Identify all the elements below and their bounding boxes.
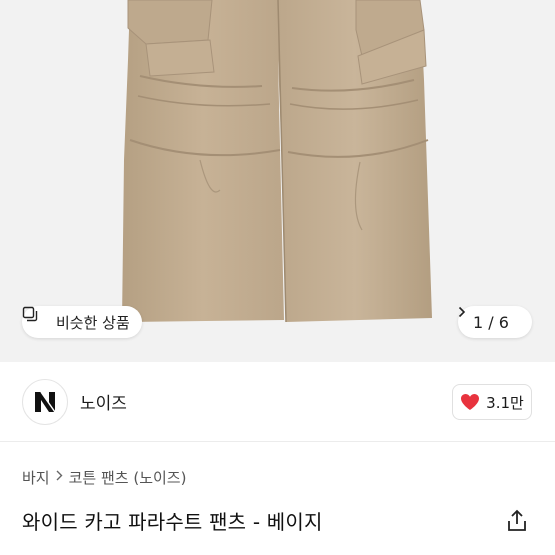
like-button[interactable]: 3.1만 xyxy=(452,384,532,420)
image-counter-button[interactable]: 1 / 6 xyxy=(458,306,532,338)
noise-logo-icon xyxy=(35,391,56,412)
product-title: 와이드 카고 파라수트 팬츠 - 베이지 xyxy=(22,510,323,534)
heart-icon xyxy=(461,394,480,410)
shop-name[interactable]: 노이즈 xyxy=(80,389,127,414)
share-icon xyxy=(508,509,526,531)
shop-logo[interactable] xyxy=(22,378,68,425)
similar-products-button[interactable]: 비슷한 상품 xyxy=(22,306,142,338)
breadcrumb-item-subcategory[interactable]: 코튼 팬츠 (노이즈) xyxy=(69,467,187,488)
shop-row[interactable]: 노이즈 3.1만 xyxy=(0,362,555,442)
breadcrumb-item-category[interactable]: 바지 xyxy=(22,467,50,488)
similar-products-label: 비슷한 상품 xyxy=(56,313,130,332)
similar-items-icon xyxy=(22,306,50,330)
breadcrumb: 바지 코튼 팬츠 (노이즈) xyxy=(22,467,186,488)
chevron-right-icon xyxy=(56,470,63,485)
product-image-carousel[interactable]: 비슷한 상품 1 / 6 xyxy=(0,0,555,362)
image-counter: 1 / 6 xyxy=(473,312,509,332)
like-count: 3.1만 xyxy=(486,393,524,412)
share-button[interactable] xyxy=(504,508,530,534)
